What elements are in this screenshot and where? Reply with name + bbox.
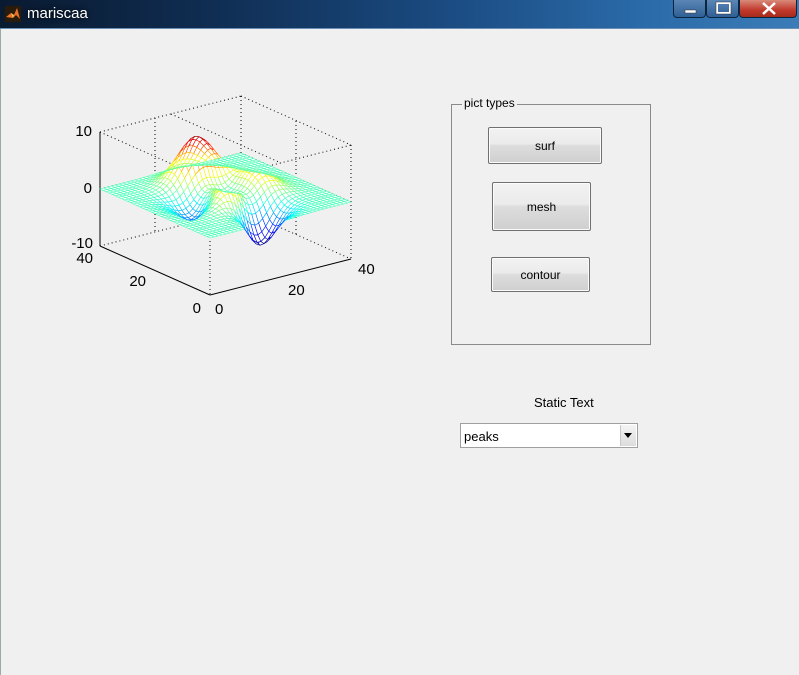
chevron-down-icon[interactable] — [620, 425, 636, 446]
x-tick-label: 40 — [358, 261, 375, 278]
y-tick-label: 0 — [193, 300, 201, 317]
plot-type-dropdown[interactable]: peaks — [460, 423, 638, 448]
minimize-button[interactable] — [673, 0, 706, 18]
y-axis-ticks: 40 20 0 — [76, 250, 201, 317]
minimize-icon — [684, 9, 697, 14]
panel-title: pict types — [462, 96, 517, 110]
surf-button[interactable]: surf — [488, 127, 602, 164]
surface-plot-axes[interactable]: 10 0 -10 40 20 0 0 20 40 — [0, 0, 420, 340]
close-icon — [762, 2, 776, 15]
maximize-icon — [715, 1, 732, 15]
x-axis-ticks: 0 20 40 — [215, 261, 375, 318]
x-tick-label: 20 — [288, 282, 305, 299]
contour-button[interactable]: contour — [491, 257, 590, 292]
close-button[interactable] — [739, 0, 797, 18]
x-tick-label: 0 — [215, 301, 223, 318]
y-tick-label: 40 — [76, 250, 93, 267]
mesh-button[interactable]: mesh — [492, 182, 591, 231]
mesh-surface — [99, 135, 352, 246]
z-tick-label: 10 — [75, 123, 92, 140]
dropdown-value: peaks — [464, 429, 499, 444]
z-tick-label: 0 — [84, 180, 92, 197]
maximize-button[interactable] — [706, 0, 739, 18]
z-axis-ticks: 10 0 -10 — [71, 123, 93, 252]
static-text-label: Static Text — [534, 395, 594, 410]
y-tick-label: 20 — [129, 273, 146, 290]
